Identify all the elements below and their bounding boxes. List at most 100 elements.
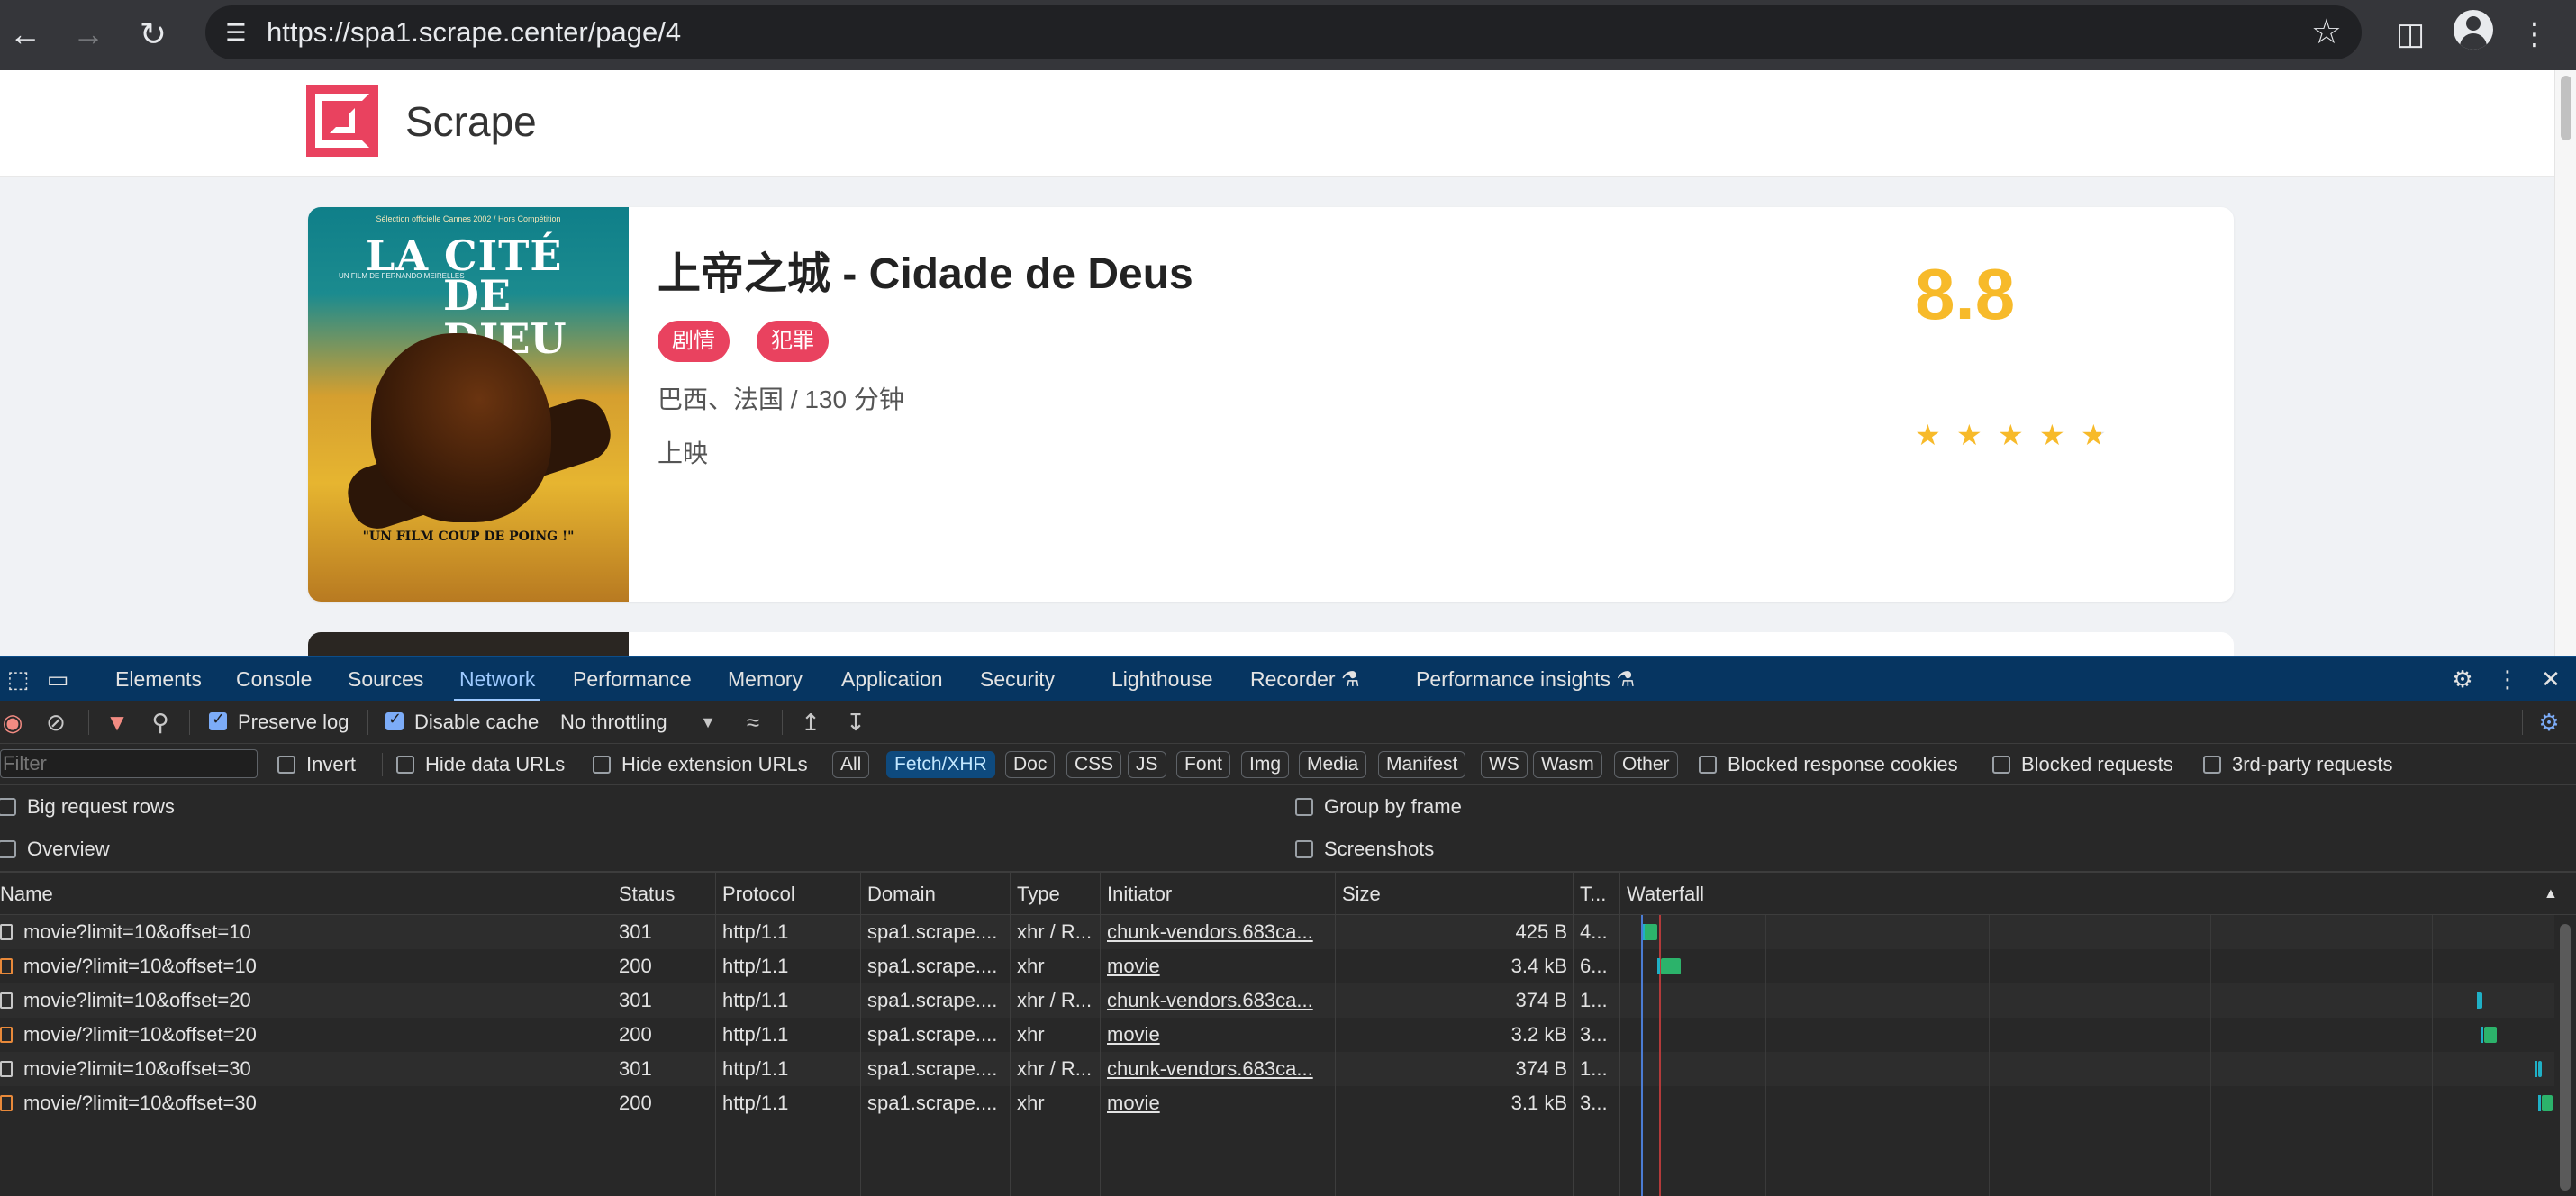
disable-cache-label[interactable]: Disable cache	[414, 709, 539, 736]
request-name[interactable]: movie?limit=10&offset=20	[23, 983, 600, 1018]
forward-arrow-icon[interactable]: →	[63, 9, 113, 59]
table-row[interactable]: movie?limit=10&offset=10 301 http/1.1 spa1.…	[0, 915, 2554, 949]
tab-performance[interactable]: Performance	[573, 657, 692, 702]
side-panel-icon[interactable]: ◫	[2387, 11, 2434, 58]
sort-up-icon[interactable]: ▲	[2544, 873, 2562, 916]
tab-security[interactable]: Security	[980, 657, 1055, 702]
table-row[interactable]: movie?limit=10&offset=30 301 http/1.1 spa1.…	[0, 1052, 2554, 1086]
chevron-down-icon[interactable]: ▼	[692, 706, 724, 738]
profile-icon[interactable]	[2454, 10, 2493, 50]
col-name[interactable]: Name	[0, 873, 594, 916]
col-time[interactable]: T...	[1580, 873, 1616, 916]
import-har-icon[interactable]: ↥	[794, 706, 827, 738]
blocked-requests-label[interactable]: Blocked requests	[2021, 751, 2173, 778]
gear-icon[interactable]: ⚙	[2444, 657, 2481, 702]
request-name[interactable]: movie/?limit=10&offset=20	[23, 1018, 600, 1052]
tab-elements[interactable]: Elements	[115, 657, 202, 702]
tab-memory[interactable]: Memory	[728, 657, 803, 702]
col-domain[interactable]: Domain	[867, 873, 1002, 916]
screenshots-checkbox[interactable]	[1295, 840, 1313, 858]
col-type[interactable]: Type	[1017, 873, 1098, 916]
filter-chip-other[interactable]: Other	[1614, 751, 1678, 778]
back-arrow-icon[interactable]: ←	[0, 9, 50, 59]
filter-icon[interactable]: ▼	[101, 706, 133, 738]
request-name[interactable]: movie?limit=10&offset=30	[23, 1052, 600, 1086]
scrape-logo-icon[interactable]	[306, 85, 378, 157]
third-party-requests-checkbox[interactable]	[2203, 756, 2221, 774]
clear-icon[interactable]: ⊘	[40, 706, 72, 738]
star-icon[interactable]: ☆	[2311, 14, 2342, 50]
waterfall-bar[interactable]	[2479, 992, 2482, 1009]
filter-chip-js[interactable]: JS	[1128, 751, 1166, 778]
hide-extension-urls-label[interactable]: Hide extension URLs	[621, 751, 808, 778]
brand-name[interactable]: Scrape	[405, 97, 537, 146]
request-name[interactable]: movie/?limit=10&offset=30	[23, 1086, 600, 1120]
blocked-response-cookies-label[interactable]: Blocked response cookies	[1728, 751, 1958, 778]
tab-sources[interactable]: Sources	[348, 657, 423, 702]
col-waterfall[interactable]: Waterfall	[1627, 873, 1897, 916]
waterfall-bar[interactable]	[2538, 1061, 2542, 1077]
blocked-requests-checkbox[interactable]	[1992, 756, 2010, 774]
hide-data-urls-label[interactable]: Hide data URLs	[425, 751, 565, 778]
hide-extension-urls-checkbox[interactable]	[593, 756, 611, 774]
col-size[interactable]: Size	[1342, 873, 1567, 916]
request-name[interactable]: movie/?limit=10&offset=10	[23, 949, 600, 983]
wifi-conditions-icon[interactable]: ≈	[737, 706, 769, 738]
request-initiator[interactable]: movie	[1107, 949, 1332, 983]
waterfall-bar[interactable]	[1645, 924, 1657, 940]
more-options-icon[interactable]: ⋮	[2490, 657, 2526, 702]
page-scrollbar[interactable]	[2554, 70, 2576, 656]
overview-label[interactable]: Overview	[27, 836, 110, 863]
export-har-icon[interactable]: ↧	[839, 706, 872, 738]
screenshots-label[interactable]: Screenshots	[1324, 836, 1434, 863]
reload-icon[interactable]: ↻	[128, 9, 178, 59]
filter-chip-fetch-xhr[interactable]: Fetch/XHR	[886, 751, 995, 778]
filter-input[interactable]	[0, 749, 258, 778]
disable-cache-checkbox[interactable]	[385, 710, 404, 730]
filter-chip-css[interactable]: CSS	[1066, 751, 1122, 778]
col-initiator[interactable]: Initiator	[1107, 873, 1332, 916]
search-icon[interactable]: ⚲	[144, 706, 177, 738]
tab-network[interactable]: Network	[453, 657, 541, 702]
request-initiator[interactable]: movie	[1107, 1018, 1332, 1052]
hide-data-urls-checkbox[interactable]	[396, 756, 414, 774]
table-scrollbar[interactable]	[2556, 919, 2574, 1196]
filter-chip-ws[interactable]: WS	[1481, 751, 1528, 778]
genre-tag[interactable]: 剧情	[658, 321, 730, 362]
inspect-element-icon[interactable]: ⬚	[0, 657, 36, 702]
request-initiator[interactable]: chunk-vendors.683ca...	[1107, 1052, 1332, 1086]
device-toolbar-icon[interactable]: ▭	[40, 657, 76, 702]
close-icon[interactable]: ✕	[2533, 657, 2569, 702]
filter-chip-manifest[interactable]: Manifest	[1378, 751, 1466, 778]
big-request-rows-label[interactable]: Big request rows	[27, 793, 175, 820]
tab-recorder[interactable]: Recorder ⚗	[1250, 657, 1360, 702]
tab-performance-insights[interactable]: Performance insights ⚗	[1416, 657, 1635, 702]
blocked-response-cookies-checkbox[interactable]	[1699, 756, 1717, 774]
more-icon[interactable]: ⋮	[2511, 11, 2558, 58]
tab-application[interactable]: Application	[841, 657, 943, 702]
invert-checkbox[interactable]	[277, 756, 295, 774]
movie-title[interactable]: 上帝之城 - Cidade de Deus	[658, 249, 1193, 301]
filter-chip-font[interactable]: Font	[1176, 751, 1231, 778]
tab-console[interactable]: Console	[236, 657, 312, 702]
filter-chip-img[interactable]: Img	[1241, 751, 1290, 778]
preserve-log-checkbox[interactable]	[209, 710, 227, 730]
group-by-frame-label[interactable]: Group by frame	[1324, 793, 1462, 820]
table-row[interactable]: movie/?limit=10&offset=10 200 http/1.1 spa1…	[0, 949, 2554, 983]
preserve-log-label[interactable]: Preserve log	[238, 709, 349, 736]
request-initiator[interactable]: chunk-vendors.683ca...	[1107, 983, 1332, 1018]
group-by-frame-checkbox[interactable]	[1295, 798, 1313, 816]
invert-label[interactable]: Invert	[306, 751, 356, 778]
big-request-rows-checkbox[interactable]	[0, 798, 16, 816]
record-stop-icon[interactable]: ◉	[0, 706, 29, 738]
filter-chip-doc[interactable]: Doc	[1005, 751, 1056, 778]
filter-chip-wasm[interactable]: Wasm	[1533, 751, 1602, 778]
movie-poster[interactable]: Sélection officielle Cannes 2002 / Hors …	[308, 207, 629, 602]
waterfall-bar[interactable]	[1661, 958, 1681, 974]
filter-chip-media[interactable]: Media	[1299, 751, 1367, 778]
table-row[interactable]: movie?limit=10&offset=20 301 http/1.1 spa1.…	[0, 983, 2554, 1018]
request-initiator[interactable]: movie	[1107, 1086, 1332, 1120]
throttling-select[interactable]: No throttling	[560, 709, 667, 736]
col-protocol[interactable]: Protocol	[722, 873, 857, 916]
table-row[interactable]: movie/?limit=10&offset=30 200 http/1.1 spa1…	[0, 1086, 2554, 1120]
